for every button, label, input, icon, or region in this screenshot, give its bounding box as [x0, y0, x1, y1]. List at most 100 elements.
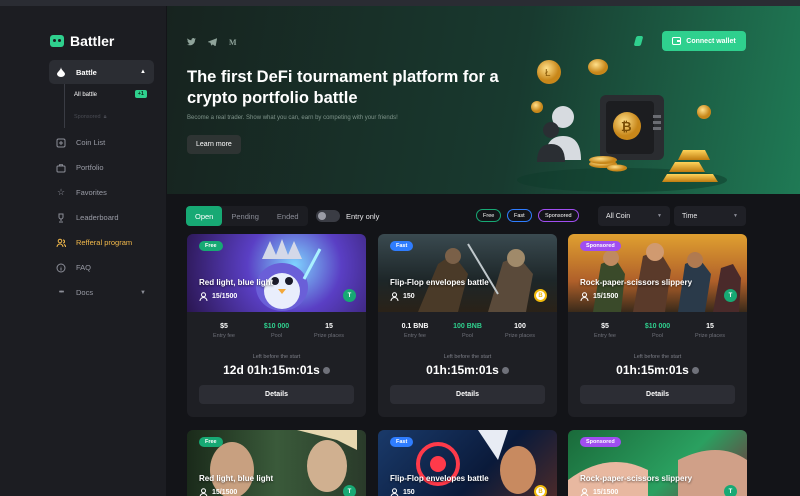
sidebar-item-coin-list[interactable]: Coin List — [49, 130, 154, 155]
tab-open[interactable]: Open — [186, 206, 223, 226]
sidebar-item-docs[interactable]: ••• Docs ▼ — [49, 280, 154, 305]
entry-fee-stat: 0.1 BNB Entry fee — [401, 323, 429, 339]
countdown-timer: 01h:15m:01s — [378, 363, 557, 377]
filter-chip-free[interactable]: Free — [476, 209, 502, 222]
battle-card[interactable]: Sponsored Rock-paper-scissors slippery 1… — [568, 430, 747, 496]
hero-subtitle: Become a real trader. Show what you can,… — [187, 115, 398, 121]
card-badge: Free — [199, 241, 223, 251]
countdown-timer: 01h:15m:01s — [568, 363, 747, 377]
card-thumbnail: Free Red light, blue light 15/1500 T — [187, 234, 366, 312]
chevron-down-icon: ▼ — [733, 213, 738, 219]
card-thumbnail: Fast Flip-Flop envelopes battle 150 B — [378, 234, 557, 312]
card-players: 15/1500 — [199, 292, 237, 301]
chevron-down-icon[interactable]: ▼ — [140, 290, 146, 296]
details-button[interactable]: Details — [199, 385, 354, 404]
card-players: 15/1500 — [580, 488, 618, 496]
drop-icon — [56, 67, 66, 77]
time-left-label: Left before the start — [633, 354, 682, 360]
sidebar-item-label: Docs — [76, 288, 94, 297]
sidebar-item-label: Favorites — [76, 188, 107, 197]
sidebar-nav: Battle ▲ All battle +1 Sponsored 🔒︎ Coin… — [49, 60, 154, 305]
card-players: 15/1500 — [580, 292, 618, 301]
plus-square-icon — [56, 138, 66, 148]
battle-card[interactable]: Fast Flip-Flop envelopes battle 150 B 0.… — [378, 234, 557, 417]
sidebar-subitem-all-battle[interactable]: All battle +1 — [49, 84, 154, 106]
user-icon — [580, 292, 589, 301]
sidebar-item-label: Battle — [76, 67, 97, 77]
prize-places-stat: 15 Prize places — [695, 323, 725, 339]
users-icon — [56, 238, 66, 248]
tether-coin-icon: T — [724, 485, 737, 496]
sidebar-item-leaderboard[interactable]: Leaderboard — [49, 205, 154, 230]
card-title: Rock-paper-scissors slippery — [580, 278, 693, 287]
warrior-illustration — [418, 243, 533, 312]
app-name: Battler — [70, 33, 115, 49]
filter-bar: Open Pending Ended Entry only Free Fast … — [186, 206, 746, 226]
user-icon — [390, 292, 399, 301]
chevron-down-icon: ▼ — [657, 213, 662, 219]
telegram-icon[interactable] — [208, 38, 217, 47]
briefcase-icon — [56, 163, 66, 173]
user-icon — [199, 488, 208, 496]
sidebar-subitem-sponsored[interactable]: Sponsored 🔒︎ — [49, 106, 154, 128]
coin-select[interactable]: All Coin ▼ — [598, 206, 670, 226]
pool-stat: $10 000 Pool — [263, 323, 290, 339]
tab-pending[interactable]: Pending — [222, 206, 268, 226]
hero-title: The first DeFi tournament platform for a… — [187, 68, 499, 107]
lock-icon: 🔒︎ — [103, 113, 107, 120]
sidebar-item-faq[interactable]: FAQ — [49, 255, 154, 280]
learn-more-button[interactable]: Learn more — [187, 135, 241, 154]
filter-chip-fast[interactable]: Fast — [507, 209, 532, 222]
status-tabs: Open Pending Ended — [186, 206, 308, 226]
app-logo[interactable]: Battler — [50, 33, 114, 49]
battle-card[interactable]: Free Red light, blue light 15/1500 T $5 E… — [187, 234, 366, 417]
tab-ended[interactable]: Ended — [268, 206, 308, 226]
sidebar-item-label: FAQ — [76, 263, 92, 272]
prize-places-stat: 100 Prize places — [505, 323, 535, 339]
sidebar-item-refferal[interactable]: Refferal program — [49, 230, 154, 255]
battle-card[interactable]: Sponsored Rock-paper-scissors slippery 1… — [568, 234, 747, 417]
user-icon — [390, 488, 399, 496]
trophy-icon — [56, 213, 66, 223]
card-badge: Fast — [390, 437, 414, 447]
hero-illustration: Ł ₿ — [517, 59, 727, 192]
info-icon[interactable] — [501, 367, 509, 375]
pool-stat: 100 BNB Pool — [453, 323, 482, 339]
details-button[interactable]: Details — [580, 385, 735, 404]
card-title: Rock-paper-scissors slippery — [580, 474, 693, 483]
penguin-illustration — [256, 239, 322, 311]
twitter-icon[interactable] — [187, 38, 196, 47]
info-icon[interactable] — [322, 367, 330, 375]
svg-text:₿: ₿ — [621, 119, 632, 134]
entry-only-label: Entry only — [346, 212, 380, 221]
sidebar-item-battle[interactable]: Battle ▲ — [49, 60, 154, 84]
hero-banner: M The first DeFi tournament platform for… — [167, 6, 800, 194]
chevron-up-icon[interactable]: ▲ — [140, 69, 146, 75]
sidebar-item-favorites[interactable]: ☆ Favorites — [49, 180, 154, 205]
tether-coin-icon: T — [343, 289, 356, 302]
card-thumbnail: Sponsored Rock-paper-scissors slippery 1… — [568, 234, 747, 312]
card-stats: $5 Entry fee $10 000 Pool 15 Prize places — [187, 312, 366, 345]
players-count: 15/1500 — [593, 293, 619, 300]
time-select[interactable]: Time ▼ — [674, 206, 746, 226]
sidebar-subitem-label: All battle — [74, 92, 98, 98]
star-icon: ☆ — [56, 187, 66, 197]
card-title: Red light, blue light — [199, 474, 274, 483]
card-title: Flip-Flop envelopes battle — [390, 278, 489, 287]
info-icon[interactable] — [691, 367, 699, 375]
time-left-label: Left before the start — [443, 354, 492, 360]
entry-only-toggle[interactable] — [316, 210, 340, 222]
sidebar-item-portfolio[interactable]: Portfolio — [49, 155, 154, 180]
card-badge: Sponsored — [580, 241, 621, 251]
battle-card[interactable]: Free Red light, blue light 15/1500 T — [187, 430, 366, 496]
battle-card[interactable]: Fast Flip-Flop envelopes battle 150 B — [378, 430, 557, 496]
countdown-timer: 12d 01h:15m:01s — [187, 363, 366, 377]
sidebar-subitem-label: Sponsored — [74, 114, 101, 120]
details-button[interactable]: Details — [390, 385, 545, 404]
card-title: Red light, blue light — [199, 278, 274, 287]
tether-coin-icon: T — [343, 485, 356, 496]
dots-icon: ••• — [58, 289, 64, 296]
filter-chip-sponsored[interactable]: Sponsored — [538, 209, 579, 222]
info-icon — [56, 263, 66, 273]
medium-icon[interactable]: M — [229, 38, 237, 47]
